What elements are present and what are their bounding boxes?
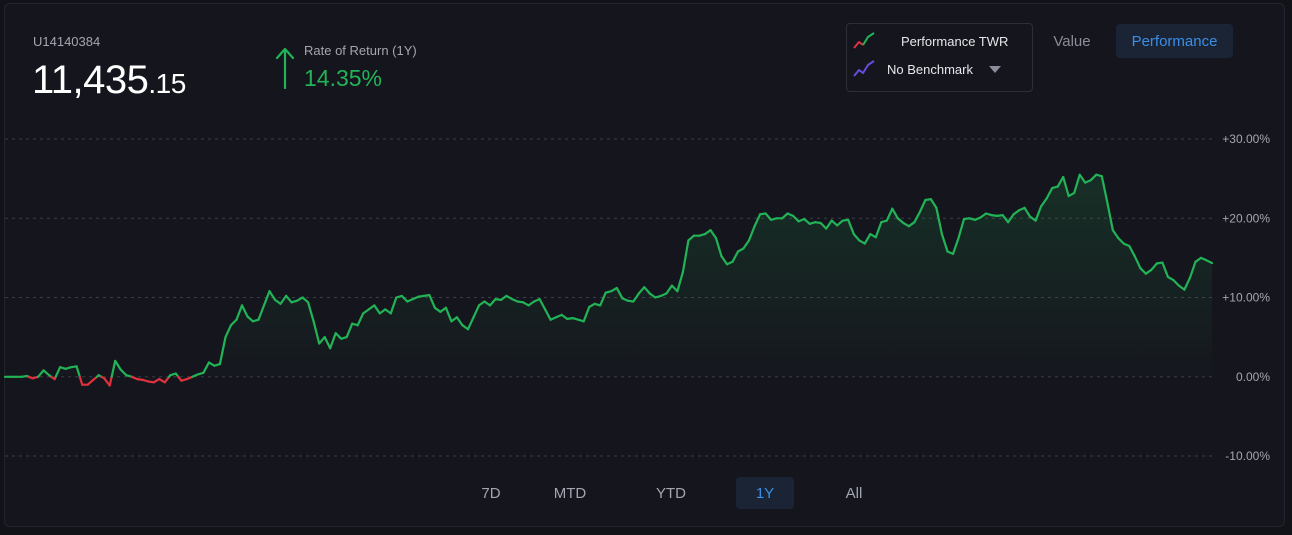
y-tick-label: +30.00% <box>1222 132 1270 146</box>
y-tick-label: +10.00% <box>1222 291 1270 305</box>
range-button-all[interactable]: All <box>816 477 892 509</box>
range-selector: 7D MTD YTD 1Y All <box>470 477 892 510</box>
y-tick-label: 0.00% <box>1236 370 1270 384</box>
performance-chart: +30.00% +20.00% +10.00% 0.00% -10.00% <box>3 132 1270 463</box>
y-tick-label: -10.00% <box>1225 449 1270 463</box>
range-button-mtd[interactable]: MTD <box>532 477 608 509</box>
performance-area <box>5 174 1212 386</box>
range-button-7d[interactable]: 7D <box>470 477 512 509</box>
range-button-ytd[interactable]: YTD <box>628 477 714 509</box>
range-button-1y[interactable]: 1Y <box>736 477 794 509</box>
y-tick-label: +20.00% <box>1222 211 1270 225</box>
